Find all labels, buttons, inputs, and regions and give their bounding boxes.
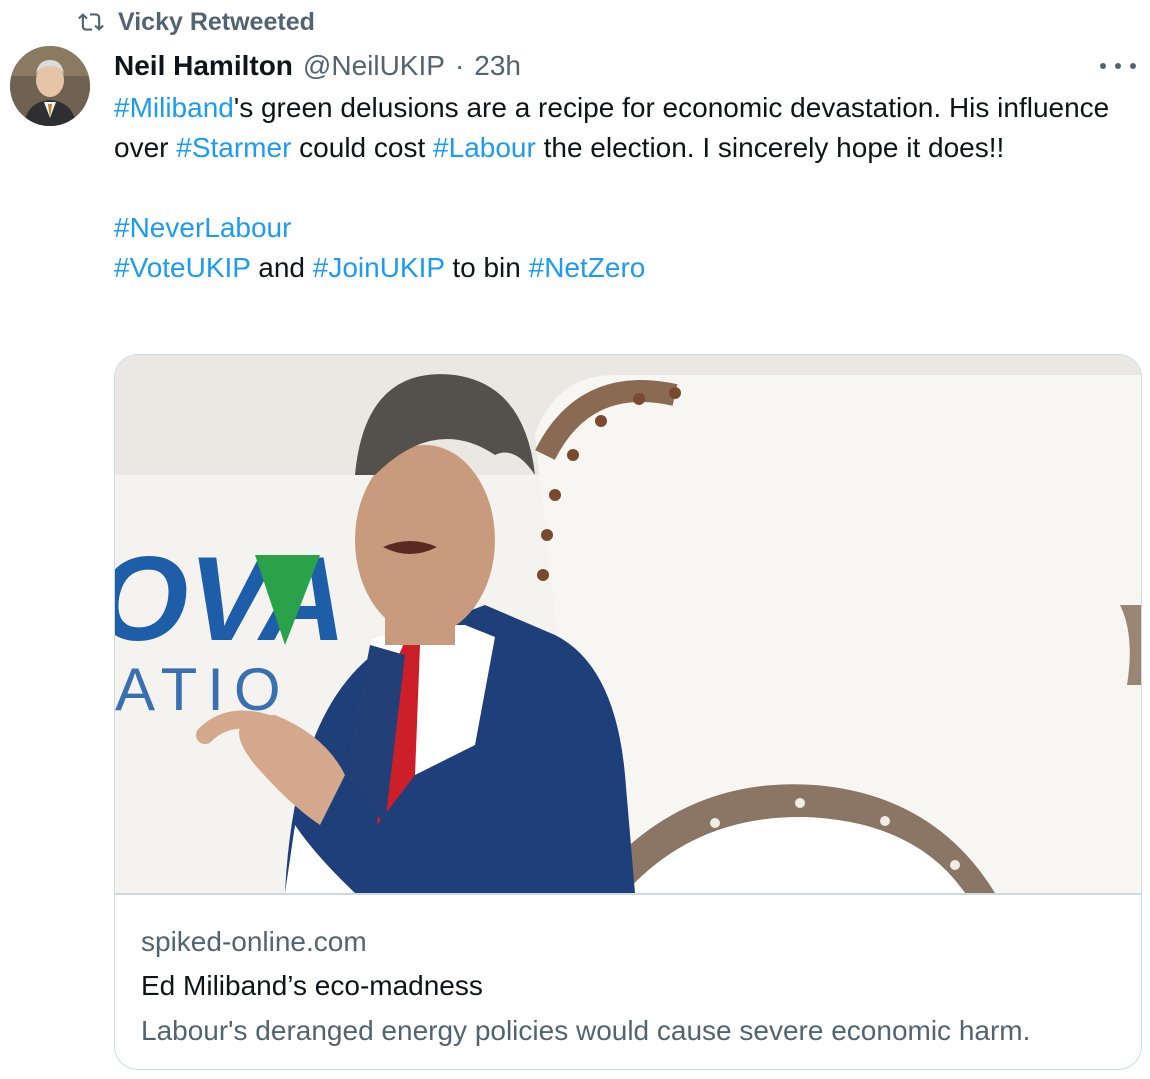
author-name[interactable]: Neil Hamilton — [114, 50, 293, 82]
image-logo-text: OVA — [115, 532, 346, 666]
hashtag-joinukip[interactable]: #JoinUKIP — [313, 252, 445, 283]
card-title: Ed Miliband’s eco-madness — [141, 969, 483, 1001]
image-sub-text: ATIO — [115, 656, 291, 723]
avatar[interactable] — [10, 46, 90, 126]
tweet-header: Neil Hamilton @NeilUKIP · 23h — [114, 44, 521, 88]
retweet-icon — [78, 13, 104, 31]
more-options-icon[interactable] — [1100, 54, 1136, 78]
tweet-text-segment: could cost — [291, 132, 434, 163]
tweet-paragraph-3: #VoteUKIP and #JoinUKIP to bin #NetZero — [114, 248, 1134, 288]
retweet-context: Vicky Retweeted — [78, 4, 315, 40]
tweet-text-segment: the election. I sincerely hope it does!! — [535, 132, 1005, 163]
tweet[interactable]: Vicky Retweeted Neil Hamilton @NeilUKIP … — [0, 0, 1150, 1079]
tweet-paragraph-2: #NeverLabour — [114, 208, 1134, 248]
card-domain: spiked-online.com — [141, 925, 367, 957]
card-description: Labour's deranged energy policies would … — [141, 1014, 1031, 1046]
hashtag-miliband[interactable]: #Miliband — [114, 92, 234, 123]
separator: · — [454, 50, 465, 81]
tweet-paragraph-1: #Miliband's green delusions are a recipe… — [114, 88, 1134, 168]
hashtag-netzero[interactable]: #NetZero — [529, 252, 646, 283]
hashtag-voteukip[interactable]: #VoteUKIP — [114, 252, 250, 283]
hashtag-starmer[interactable]: #Starmer — [176, 132, 291, 163]
link-card-image[interactable]: OVA ATIO — [115, 355, 1141, 893]
tweet-text-segment: to bin — [444, 252, 529, 283]
tweet-text: #Miliband's green delusions are a recipe… — [114, 88, 1134, 288]
hashtag-neverlabour[interactable]: #NeverLabour — [114, 212, 291, 243]
tweet-text-segment: and — [250, 252, 313, 283]
author-handle[interactable]: @NeilUKIP — [303, 50, 445, 82]
retweet-label[interactable]: Vicky Retweeted — [118, 8, 315, 37]
hashtag-labour[interactable]: #Labour — [433, 132, 536, 163]
link-card-text[interactable]: spiked-online.com Ed Miliband’s eco-madn… — [115, 895, 1141, 1053]
link-card[interactable]: OVA ATIO spiked-online.com Ed Miliband’s… — [114, 354, 1142, 1070]
timestamp[interactable]: 23h — [474, 50, 521, 82]
